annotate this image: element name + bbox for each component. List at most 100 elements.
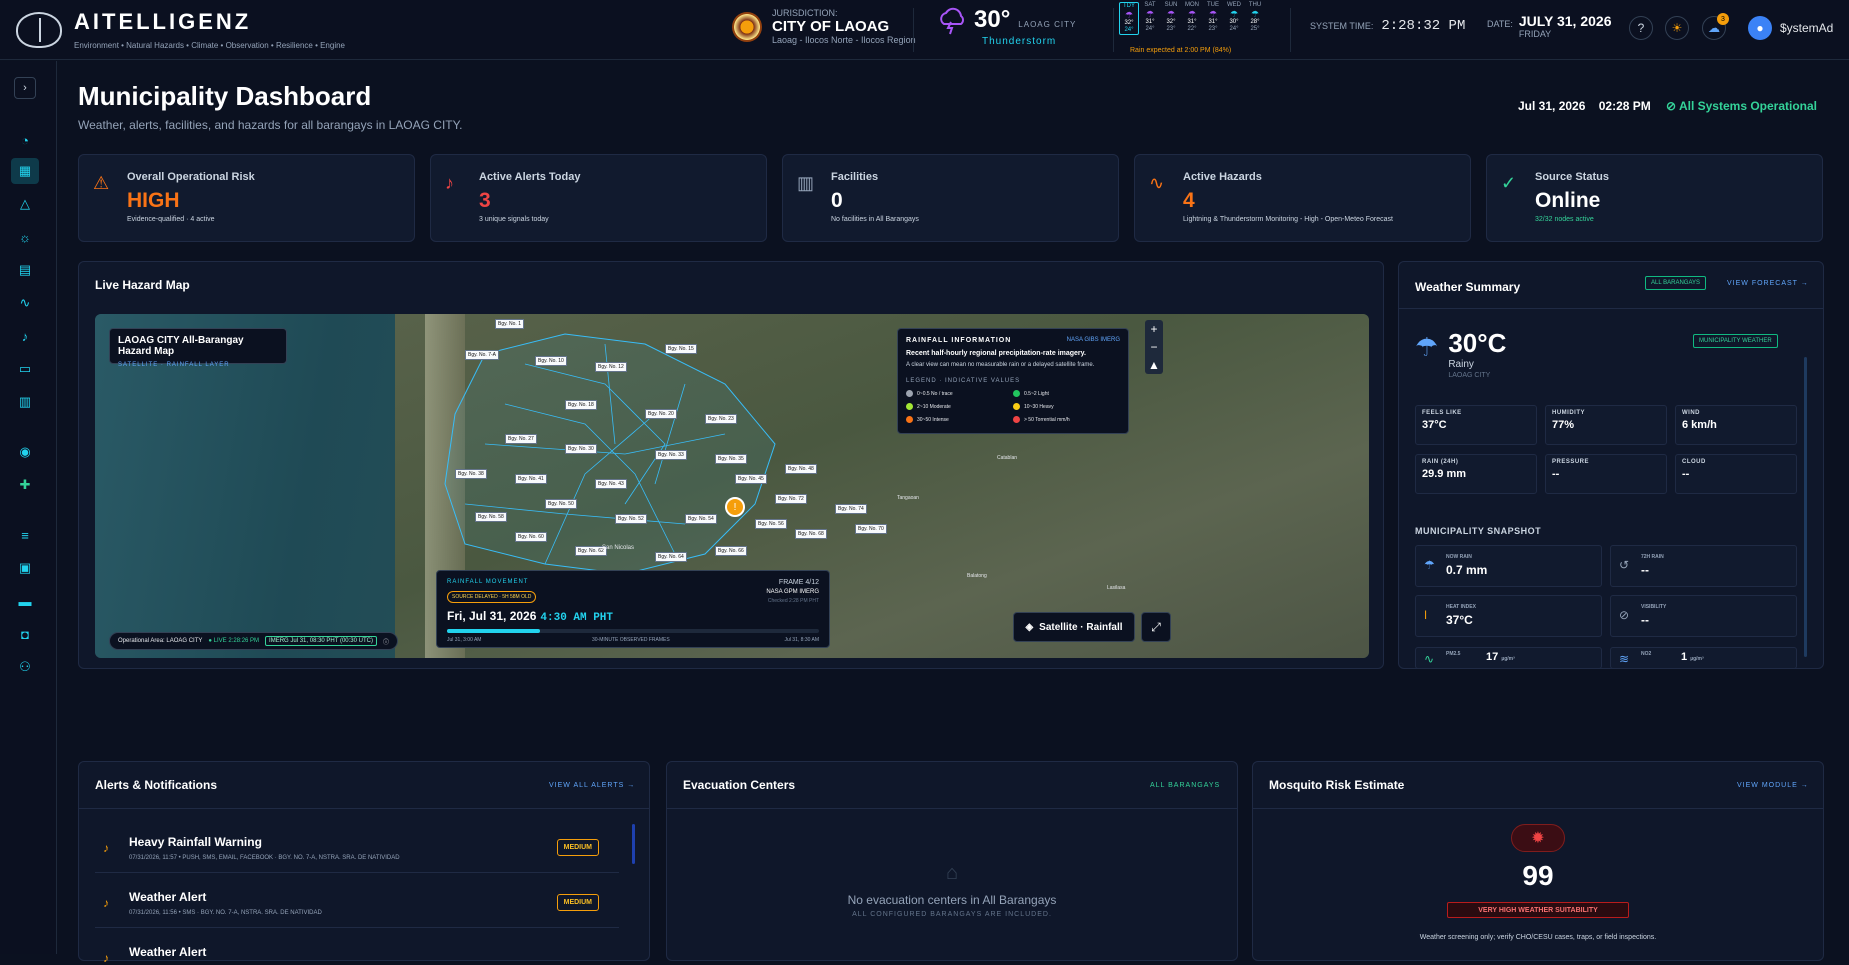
sidebar-item-add-user[interactable]: ✚: [11, 472, 39, 498]
info-icon[interactable]: ⓘ: [383, 637, 389, 646]
sidebar-item-weather[interactable]: ☼: [11, 224, 39, 250]
rain-icon: ☂: [1229, 9, 1239, 19]
sidebar-item-documents[interactable]: ▣: [11, 555, 39, 581]
barangay-label[interactable]: Bgy. No. 54: [685, 514, 717, 524]
barangay-label[interactable]: Bgy. No. 74: [835, 504, 867, 514]
rainfall-movement-panel: RAINFALL MOVEMENT FRAME 4/12 NASA GPM IM…: [436, 570, 830, 648]
barangay-label[interactable]: Bgy. No. 50: [545, 499, 577, 509]
scrollbar[interactable]: [632, 824, 635, 864]
scrollbar[interactable]: [1804, 357, 1807, 657]
card-label: Facilities: [831, 171, 879, 183]
barangay-label[interactable]: Bgy. No. 15: [665, 344, 697, 354]
barangay-label[interactable]: Bgy. No. 70: [855, 524, 887, 534]
sidebar-item-hazards[interactable]: △: [11, 191, 39, 217]
alert-item[interactable]: ♪ Weather Alert: [95, 935, 619, 965]
forecast-day[interactable]: SUN ☂ 32° 23°: [1161, 2, 1181, 35]
all-barangays-badge[interactable]: ALL BARANGAYS: [1645, 276, 1707, 290]
stat-value: --: [1682, 468, 1690, 480]
alert-item[interactable]: ♪ Heavy Rainfall Warning 07/31/2026, 11:…: [95, 825, 619, 873]
card-active-alerts[interactable]: ♪ Active Alerts Today 3 3 unique signals…: [430, 154, 767, 242]
zoom-in-button[interactable]: +: [1145, 320, 1163, 338]
card-source-status[interactable]: ✓ Source Status Online 32/32 nodes activ…: [1486, 154, 1823, 242]
forecast-strip[interactable]: TDY ☂ 32° 24° SAT ☂ 31° 24° SUN ☂ 32° 23° MON ☂ 31°…: [1119, 2, 1265, 35]
sidebar-item-dashboard[interactable]: ▦: [11, 158, 39, 184]
user-menu[interactable]: ● $ystemAd: [1748, 16, 1833, 40]
barangay-label[interactable]: Bgy. No. 52: [615, 514, 647, 524]
barangay-label[interactable]: Bgy. No. 41: [515, 474, 547, 484]
barangay-label[interactable]: Bgy. No. 58: [475, 512, 507, 522]
hazard-map[interactable]: Bgy. No. 1 Bgy. No. 7-A Bgy. No. 10 Bgy. No…: [95, 314, 1369, 658]
barangay-label[interactable]: Bgy. No. 23: [705, 414, 737, 424]
sidebar-item-storage[interactable]: ▬: [11, 588, 39, 614]
barangay-label[interactable]: Bgy. No. 48: [785, 464, 817, 474]
legend: 0~0.5 No / trace 0.5~2 Light 2~10 Modera…: [906, 390, 1120, 423]
sidebar-item-hazard-watch[interactable]: ◔: [11, 127, 39, 153]
barangay-label[interactable]: Bgy. No. 45: [735, 474, 767, 484]
barangay-label[interactable]: Bgy. No. 12: [595, 362, 627, 372]
forecast-day[interactable]: TUE ☂ 31° 23°: [1203, 2, 1223, 35]
legend-swatch: [906, 403, 913, 410]
barangay-label[interactable]: Bgy. No. 10: [535, 356, 567, 366]
card-operational-risk[interactable]: ⚠ Overall Operational Risk HIGH Evidence…: [78, 154, 415, 242]
snapshot-value: 37°C: [1446, 613, 1473, 627]
weather-notifications-button[interactable]: ☁ 3: [1702, 13, 1729, 40]
sidebar-item-users[interactable]: ⚇: [11, 654, 39, 680]
forecast-day[interactable]: SAT ☂ 31° 24°: [1140, 2, 1160, 35]
forecast-day[interactable]: MON ☂ 31° 22°: [1182, 2, 1202, 35]
compass-reset-button[interactable]: ▲: [1145, 356, 1163, 374]
barangay-label[interactable]: Bgy. No. 30: [565, 444, 597, 454]
view-all-alerts-link[interactable]: VIEW ALL ALERTS →: [549, 782, 635, 789]
fullscreen-button[interactable]: ⤢: [1141, 612, 1171, 642]
sidebar-expand-button[interactable]: ›: [14, 77, 36, 99]
forecast-day[interactable]: THU ☂ 28° 25°: [1245, 2, 1265, 35]
sidebar-item-assistant[interactable]: ◘: [11, 621, 39, 647]
frame-slider[interactable]: [447, 629, 819, 633]
zoom-out-button[interactable]: −: [1145, 338, 1163, 356]
barangay-label[interactable]: Bgy. No. 35: [715, 454, 747, 464]
sidebar-item-map[interactable]: ▤: [11, 257, 39, 283]
all-barangays-link[interactable]: ALL BARANGAYS: [1150, 782, 1220, 789]
barangay-label[interactable]: Bgy. No. 7-A: [465, 350, 499, 360]
current-weather[interactable]: 30° LAOAG CITY: [936, 6, 1076, 36]
barangay-label[interactable]: Bgy. No. 68: [795, 529, 827, 539]
barangay-label[interactable]: Bgy. No. 33: [655, 450, 687, 460]
sidebar-item-facilities[interactable]: ▥: [11, 389, 39, 415]
slider-end-label: Jul 31, 8:30 AM: [784, 637, 819, 643]
barangay-label[interactable]: Bgy. No. 43: [595, 479, 627, 489]
sidebar-item-activity[interactable]: ∿: [11, 290, 39, 316]
card-active-hazards[interactable]: ∿ Active Hazards 4 Lightning & Thunderst…: [1134, 154, 1471, 242]
barangay-label[interactable]: Bgy. No. 20: [645, 409, 677, 419]
bell-icon: ♪: [103, 951, 109, 965]
sidebar-item-responders[interactable]: ◉: [11, 439, 39, 465]
forecast-day[interactable]: WED ☂ 30° 24°: [1224, 2, 1244, 35]
barangay-label[interactable]: Bgy. No. 66: [715, 546, 747, 556]
sidebar-item-alerts[interactable]: ♪: [11, 323, 39, 349]
user-avatar-icon: ●: [1748, 16, 1772, 40]
forecast-day[interactable]: TDY ☂ 32° 24°: [1119, 2, 1139, 35]
barangay-label[interactable]: Bgy. No. 27: [505, 434, 537, 444]
barangay-label[interactable]: Bgy. No. 38: [455, 469, 487, 479]
barangay-label[interactable]: Bgy. No. 18: [565, 400, 597, 410]
barangay-label[interactable]: Bgy. No. 1: [495, 319, 524, 329]
barangay-label[interactable]: Bgy. No. 60: [515, 532, 547, 542]
theme-toggle-button[interactable]: ☀: [1665, 16, 1689, 40]
barangay-label[interactable]: Bgy. No. 64: [655, 552, 687, 562]
view-module-link[interactable]: VIEW MODULE →: [1737, 782, 1809, 789]
card-facilities[interactable]: ▥ Facilities 0 No facilities in All Bara…: [782, 154, 1119, 242]
layer-selector-button[interactable]: ◈ Satellite · Rainfall: [1013, 612, 1135, 642]
sidebar-item-reports[interactable]: ▭: [11, 356, 39, 382]
help-button[interactable]: ?: [1629, 16, 1653, 40]
barangay-label[interactable]: Bgy. No. 72: [775, 494, 807, 504]
notification-count: 3: [1717, 13, 1729, 25]
panel-title: Evacuation Centers: [683, 778, 796, 792]
current-condition: Thunderstorm: [982, 36, 1057, 47]
forecast-high: 31°: [1208, 19, 1218, 25]
jurisdiction-selector[interactable]: JURISDICTION: CITY OF LAOAG Laoag - Iloc…: [732, 8, 916, 45]
brand[interactable]: AITELLIGENZ Environment • Natural Hazard…: [0, 9, 700, 50]
hazard-marker-icon[interactable]: !: [725, 497, 745, 517]
view-forecast-link[interactable]: VIEW FORECAST →: [1727, 280, 1809, 287]
check-circle-icon: ✓: [1501, 173, 1517, 193]
alert-item[interactable]: ♪ Weather Alert 07/31/2026, 11:56 • SMS …: [95, 880, 619, 928]
barangay-label[interactable]: Bgy. No. 56: [755, 519, 787, 529]
sidebar-item-logs[interactable]: ≡: [11, 522, 39, 548]
